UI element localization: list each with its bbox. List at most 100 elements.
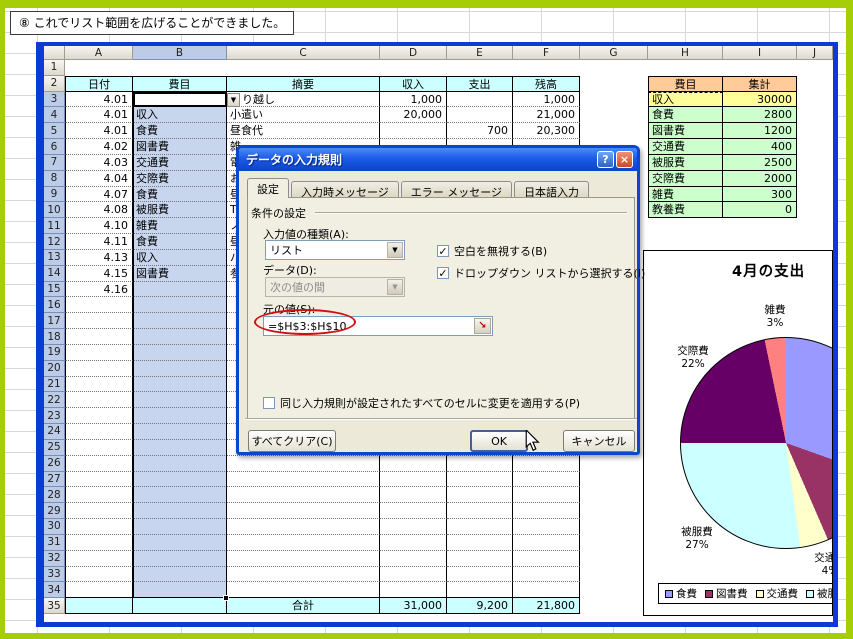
cell-D33[interactable] (380, 566, 447, 583)
cell-E4[interactable] (447, 107, 513, 124)
cell-A4[interactable]: 4.01 (65, 107, 133, 124)
cell-D27[interactable] (380, 471, 447, 488)
cell-C3[interactable]: り越し (227, 91, 380, 108)
cell-A9[interactable]: 4.07 (65, 186, 133, 203)
cell-A19[interactable] (65, 344, 133, 361)
cell-A32[interactable] (65, 550, 133, 567)
cell-F2[interactable]: 残高 (513, 75, 580, 92)
row-header-25[interactable]: 25 (44, 439, 65, 456)
cell-I2[interactable]: 集計 (723, 75, 797, 92)
row-header-13[interactable]: 13 (44, 249, 65, 266)
row-header-24[interactable]: 24 (44, 424, 65, 440)
cell-E3[interactable] (447, 91, 513, 108)
row-header-18[interactable]: 18 (44, 329, 65, 345)
column-header-A[interactable]: A (65, 46, 133, 60)
row-header-23[interactable]: 23 (44, 408, 65, 425)
cell-E2[interactable]: 支出 (447, 75, 513, 92)
cell-I6[interactable]: 400 (723, 139, 797, 155)
cell-E5[interactable]: 700 (447, 123, 513, 140)
cell-C29[interactable] (227, 503, 380, 520)
cell-A17[interactable] (65, 313, 133, 330)
cell-A18[interactable] (65, 329, 133, 345)
cell-A3[interactable]: 4.01 (65, 91, 133, 108)
cell-A21[interactable] (65, 376, 133, 393)
cell-D4[interactable]: 20,000 (380, 107, 447, 124)
cell-A31[interactable] (65, 534, 133, 551)
cell-D30[interactable] (380, 519, 447, 535)
apply-all-checkbox[interactable]: 同じ入力規則が設定されたすべてのセルに変更を適用する(P) (263, 395, 580, 411)
cell-D2[interactable]: 収入 (380, 75, 447, 92)
cell-D29[interactable] (380, 503, 447, 520)
row-header-35[interactable]: 35 (44, 598, 65, 615)
in-cell-dropdown-checkbox[interactable]: ✓ ドロップダウン リストから選択する(I) (437, 265, 645, 281)
tab-settings[interactable]: 設定 (247, 178, 289, 198)
column-header-C[interactable]: C (227, 46, 380, 60)
cell-A33[interactable] (65, 566, 133, 583)
dialog-titlebar[interactable]: データの入力規則 ? × (239, 148, 637, 171)
row-header-31[interactable]: 31 (44, 534, 65, 551)
row-header-9[interactable]: 9 (44, 186, 65, 203)
column-header-I[interactable]: I (723, 46, 797, 60)
cell-F31[interactable] (513, 534, 580, 551)
cell-F32[interactable] (513, 550, 580, 567)
cell-A26[interactable] (65, 455, 133, 472)
cell-A14[interactable]: 4.15 (65, 265, 133, 282)
clear-all-button[interactable]: すべてクリア(C) (248, 430, 336, 452)
row-header-12[interactable]: 12 (44, 234, 65, 250)
row-header-30[interactable]: 30 (44, 519, 65, 535)
row-header-22[interactable]: 22 (44, 392, 65, 409)
tab-error-message[interactable]: エラー メッセージ (400, 181, 513, 199)
cell-F28[interactable] (513, 487, 580, 504)
cell-A23[interactable] (65, 408, 133, 425)
cell-D34[interactable] (380, 582, 447, 599)
grid-corner-cell[interactable] (44, 46, 65, 60)
cell-E26[interactable] (447, 455, 513, 472)
row-header-21[interactable]: 21 (44, 376, 65, 393)
cell-A8[interactable]: 4.04 (65, 170, 133, 187)
cell-F5[interactable]: 20,300 (513, 123, 580, 140)
cell-C2[interactable]: 摘要 (227, 75, 380, 92)
cell-E27[interactable] (447, 471, 513, 488)
cell-E33[interactable] (447, 566, 513, 583)
row-header-15[interactable]: 15 (44, 281, 65, 298)
row-header-4[interactable]: 4 (44, 107, 65, 124)
cell-C32[interactable] (227, 550, 380, 567)
cell-C4[interactable]: 小遣い (227, 107, 380, 124)
range-selector-button[interactable]: ↘ (474, 318, 491, 334)
cell-F35[interactable]: 21,800 (513, 598, 580, 615)
cell-C31[interactable] (227, 534, 380, 551)
cell-A25[interactable] (65, 439, 133, 456)
checkmark-icon[interactable]: ✓ (437, 267, 449, 279)
row-header-28[interactable]: 28 (44, 487, 65, 504)
cell-E30[interactable] (447, 519, 513, 535)
cell-D35[interactable]: 31,000 (380, 598, 447, 615)
row-header-32[interactable]: 32 (44, 550, 65, 567)
column-header-F[interactable]: F (513, 46, 580, 60)
cell-I3[interactable]: 30000 (723, 91, 797, 108)
cell-A7[interactable]: 4.03 (65, 154, 133, 171)
cell-C34[interactable] (227, 582, 380, 599)
cell-D31[interactable] (380, 534, 447, 551)
row-header-3[interactable]: 3 (44, 91, 65, 108)
row-header-8[interactable]: 8 (44, 170, 65, 187)
ignore-blank-checkbox[interactable]: ✓ 空白を無視する(B) (437, 243, 547, 259)
cell-D26[interactable] (380, 455, 447, 472)
cell-F34[interactable] (513, 582, 580, 599)
row-header-26[interactable]: 26 (44, 455, 65, 472)
column-header-B[interactable]: B (133, 46, 227, 60)
row-header-17[interactable]: 17 (44, 313, 65, 330)
cell-F3[interactable]: 1,000 (513, 91, 580, 108)
cell-A15[interactable]: 4.16 (65, 281, 133, 298)
cell-I9[interactable]: 300 (723, 186, 797, 203)
cell-D32[interactable] (380, 550, 447, 567)
cell-F27[interactable] (513, 471, 580, 488)
row-header-34[interactable]: 34 (44, 582, 65, 599)
cell-C33[interactable] (227, 566, 380, 583)
column-header-J[interactable]: J (797, 46, 833, 60)
row-header-5[interactable]: 5 (44, 123, 65, 140)
row-header-11[interactable]: 11 (44, 218, 65, 235)
column-header-H[interactable]: H (648, 46, 723, 60)
cell-C26[interactable] (227, 455, 380, 472)
cell-A27[interactable] (65, 471, 133, 488)
cell-A34[interactable] (65, 582, 133, 599)
